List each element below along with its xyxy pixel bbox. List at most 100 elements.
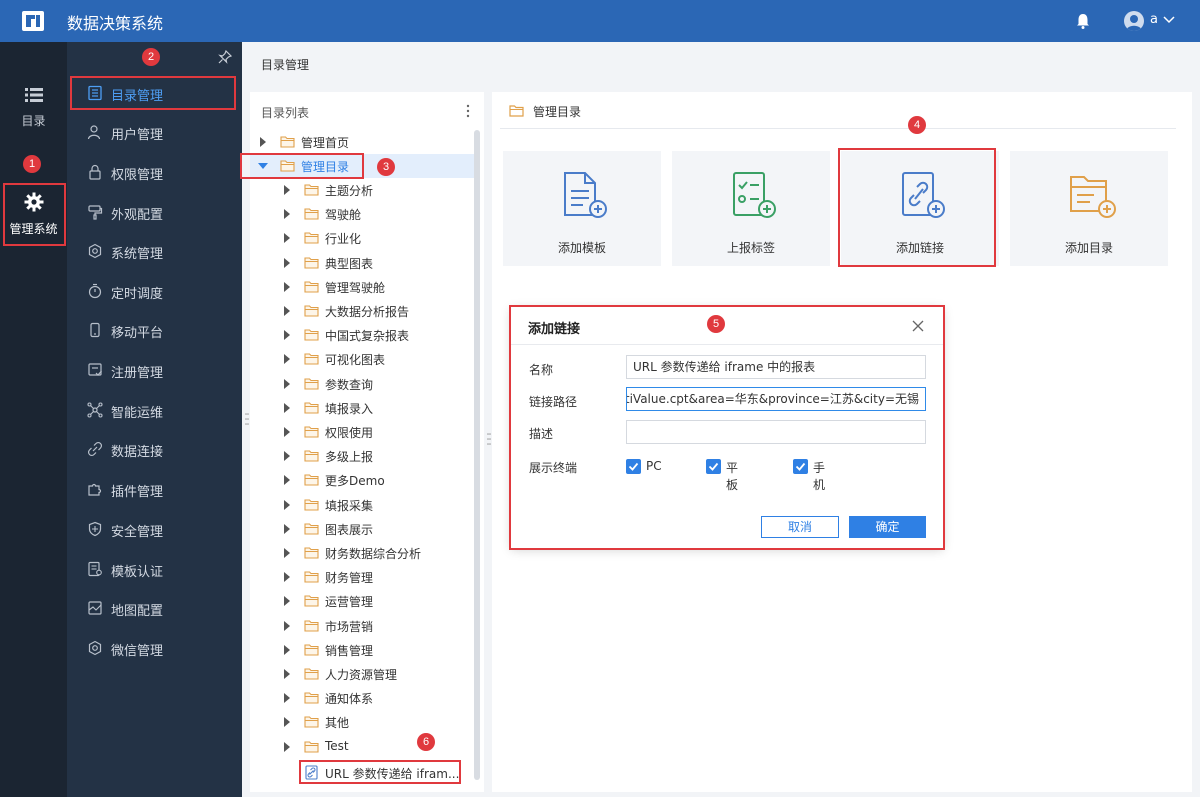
chevron-down-icon[interactable] [1162, 12, 1176, 26]
tree-node[interactable]: 多级上报 [250, 444, 474, 468]
lock-icon [89, 164, 101, 180]
caret-right-icon[interactable] [283, 644, 291, 655]
nav-item-scheduling[interactable]: 定时调度 [67, 273, 242, 309]
report-tag-card[interactable]: 上报标签 [672, 151, 830, 266]
nav-item-label: 目录管理 [111, 89, 164, 104]
caret-right-icon[interactable] [259, 137, 267, 147]
tree-node-root[interactable]: 管理目录 [250, 154, 474, 178]
tree-node[interactable]: 市场营销 [250, 614, 474, 638]
tree-node-root[interactable]: 管理首页 [250, 130, 474, 154]
nav-item-wechat-management[interactable]: 微信管理 [67, 630, 242, 666]
tree-node[interactable]: 驾驶舱 [250, 202, 474, 226]
tree-node[interactable]: 管理驾驶舱 [250, 275, 474, 299]
nav-item-label: 模板认证 [111, 565, 164, 580]
tree-node[interactable]: 运营管理 [250, 589, 474, 613]
tree-node[interactable]: 财务管理 [250, 565, 474, 589]
name-input[interactable]: URL 参数传递给 iframe 中的报表 [626, 355, 926, 379]
tree-node-label: 财务数据综合分析 [325, 547, 422, 561]
dialog-header: 添加链接 [511, 307, 943, 345]
bell-icon[interactable] [1074, 12, 1092, 30]
caret-right-icon[interactable] [283, 257, 291, 268]
tree-node[interactable]: 典型图表 [250, 251, 474, 275]
nav-item-ops[interactable]: 智能运维 [67, 392, 242, 428]
add-link-card[interactable]: 添加链接 [841, 151, 999, 266]
nav-item-appearance[interactable]: 外观配置 [67, 194, 242, 230]
tree-node[interactable]: 其他 [250, 710, 474, 734]
nav-item-plugin-management[interactable]: 插件管理 [67, 471, 242, 507]
close-icon[interactable] [912, 320, 924, 332]
drag-handle-icon[interactable] [245, 412, 249, 426]
caret-right-icon[interactable] [283, 427, 291, 437]
tree-node-link[interactable]: URL 参数传递给 ifram... [250, 761, 474, 785]
user-icon [87, 125, 101, 140]
caret-right-icon[interactable] [283, 693, 291, 704]
nav-item-directory-management[interactable]: 目录管理 [67, 75, 242, 111]
avatar[interactable] [1124, 11, 1144, 31]
tree-node[interactable]: 填报录入 [250, 396, 474, 420]
tree-node-label: 财务管理 [325, 571, 374, 586]
tree-node[interactable]: 填报采集 [250, 493, 474, 517]
caret-right-icon[interactable] [283, 354, 291, 365]
tree-node[interactable]: 财务数据综合分析 [250, 541, 474, 565]
caret-right-icon[interactable] [283, 378, 291, 389]
caret-right-icon[interactable] [283, 475, 291, 486]
tree-node[interactable]: 权限使用 [250, 420, 474, 444]
tree-node[interactable]: 大数据分析报告 [250, 299, 474, 323]
nav-item-permission-management[interactable]: 权限管理 [67, 154, 242, 190]
tree-node[interactable]: Test [250, 735, 474, 759]
confirm-button[interactable]: 确定 [849, 516, 926, 538]
drag-handle-icon[interactable] [487, 432, 491, 446]
tree-node[interactable]: 主题分析 [250, 178, 474, 202]
tree-node[interactable]: 通知体系 [250, 686, 474, 710]
caret-right-icon[interactable] [283, 548, 291, 558]
caret-right-icon[interactable] [283, 306, 291, 316]
nav-item-security-management[interactable]: 安全管理 [67, 511, 242, 547]
caret-right-icon[interactable] [283, 669, 291, 679]
caret-right-icon[interactable] [283, 402, 291, 413]
nav-item-system-management[interactable]: 系统管理 [67, 233, 242, 269]
caret-right-icon[interactable] [283, 717, 291, 728]
folder-icon [304, 257, 319, 269]
nav-item-template-certification[interactable]: 模板认证 [67, 551, 242, 587]
caret-right-icon[interactable] [283, 523, 291, 534]
more-vertical-icon[interactable] [466, 104, 470, 118]
tree-node[interactable]: 人力资源管理 [250, 662, 474, 686]
caret-right-icon[interactable] [283, 209, 291, 220]
add-template-card[interactable]: 添加模板 [503, 151, 661, 266]
caret-right-icon[interactable] [283, 451, 291, 462]
nav-item-map-config[interactable]: 地图配置 [67, 590, 242, 626]
pin-icon[interactable] [218, 50, 232, 64]
tree-node[interactable]: 销售管理 [250, 638, 474, 662]
rail-item-directory[interactable]: 目录 [0, 86, 67, 129]
folder-icon [304, 547, 319, 559]
caret-right-icon[interactable] [283, 233, 291, 244]
tree-node[interactable]: 中国式复杂报表 [250, 323, 474, 347]
caret-right-icon[interactable] [283, 185, 291, 195]
tree-node[interactable]: 可视化图表 [250, 347, 474, 371]
nav-item-registration[interactable]: 注册管理 [67, 352, 242, 388]
nav-item-user-management[interactable]: 用户管理 [67, 114, 242, 150]
user-name[interactable]: a [1150, 12, 1158, 27]
tree-node[interactable]: 更多Demo [250, 468, 474, 492]
link-path-input[interactable]: MultiValue.cpt&area=华东&province=江苏&city=… [626, 387, 926, 411]
nav-item-label: 智能运维 [111, 406, 164, 421]
caret-right-icon[interactable] [283, 281, 291, 292]
cancel-button[interactable]: 取消 [761, 516, 839, 538]
description-input[interactable] [626, 420, 926, 444]
tree-node[interactable]: 参数查询 [250, 372, 474, 396]
caret-right-icon[interactable] [283, 499, 291, 510]
caret-right-icon[interactable] [283, 596, 291, 607]
nav-item-data-connection[interactable]: 数据连接 [67, 431, 242, 467]
tree-scrollbar[interactable] [474, 130, 480, 780]
folder-icon [509, 105, 524, 117]
nav-item-mobile-platform[interactable]: 移动平台 [67, 312, 242, 348]
caret-right-icon[interactable] [283, 620, 291, 631]
caret-right-icon[interactable] [283, 572, 291, 583]
caret-right-icon[interactable] [283, 741, 291, 752]
add-directory-card[interactable]: 添加目录 [1010, 151, 1168, 266]
rail-item-management[interactable]: 管理系统 [0, 192, 67, 237]
caret-right-icon[interactable] [283, 330, 291, 341]
caret-down-icon[interactable] [258, 162, 268, 170]
tree-node[interactable]: 图表展示 [250, 517, 474, 541]
tree-node[interactable]: 行业化 [250, 226, 474, 250]
